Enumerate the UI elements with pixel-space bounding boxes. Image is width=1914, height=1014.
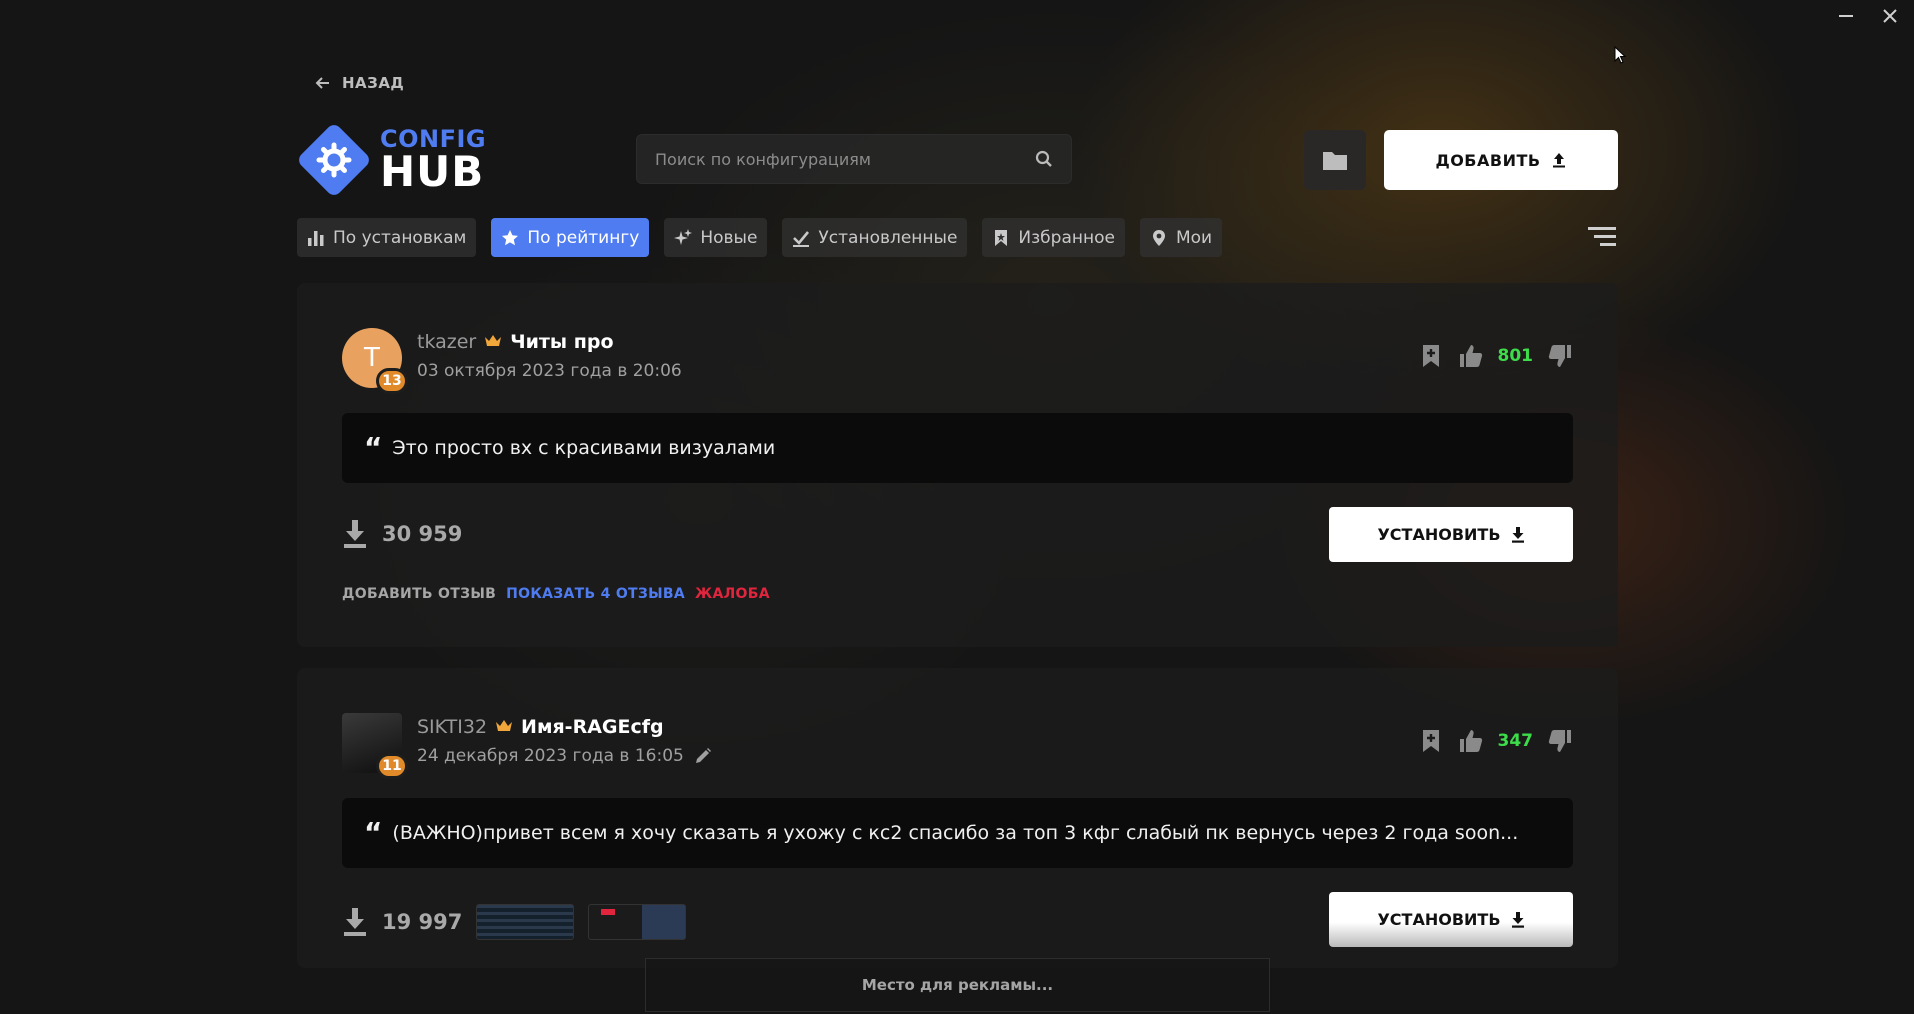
avatar-letter: T	[364, 343, 380, 373]
quote-icon: “	[364, 816, 383, 849]
download-icon	[344, 520, 366, 548]
gear-icon	[316, 142, 352, 178]
add-config-button[interactable]: ДОБАВИТЬ	[1384, 130, 1618, 190]
author-line: SIKTI32 Имя-RAGEcfg	[417, 716, 664, 738]
post-date: 03 октября 2023 года в 20:06	[417, 361, 682, 381]
thumbs-up-icon[interactable]	[1458, 343, 1484, 369]
complaint-link[interactable]: ЖАЛОБА	[695, 586, 770, 602]
config-card: 11 SIKTI32 Имя-RAGEcfg 24 декабря 2023 г…	[297, 668, 1618, 968]
tab-label: По рейтингу	[527, 227, 640, 248]
config-title: Читы про	[510, 331, 614, 353]
back-button[interactable]: НАЗАД	[314, 74, 404, 92]
tab-mine[interactable]: Мои	[1139, 218, 1223, 257]
download-count: 19 997	[342, 904, 687, 940]
description-text: (ВАЖНО)привет всем я хочу сказать я ухож…	[392, 822, 1519, 844]
thumbs-down-icon[interactable]	[1547, 728, 1573, 754]
rating-actions: 347	[1418, 728, 1574, 754]
tab-label: По установкам	[333, 227, 467, 248]
location-pin-icon	[1152, 229, 1165, 246]
tab-label: Установленные	[818, 227, 958, 248]
level-badge: 13	[376, 368, 408, 394]
bookmark-add-icon[interactable]	[1418, 728, 1444, 754]
download-icon	[344, 908, 366, 936]
crown-icon	[495, 716, 513, 738]
sparkle-icon	[674, 228, 693, 245]
avatar[interactable]: 11	[342, 713, 408, 779]
post-date: 24 декабря 2023 года в 16:05	[417, 746, 712, 766]
download-icon	[1511, 526, 1524, 543]
tab-label: Новые	[700, 227, 758, 248]
rating-score: 801	[1497, 346, 1534, 366]
mouse-cursor-icon	[1614, 46, 1626, 64]
bookmark-icon	[995, 229, 1008, 246]
rating-score: 347	[1497, 731, 1534, 751]
star-icon	[502, 229, 519, 245]
config-description: “ (ВАЖНО)привет всем я хочу сказать я ух…	[342, 798, 1573, 868]
install-button[interactable]: УСТАНОВИТЬ	[1329, 507, 1573, 562]
config-title: Имя-RAGEcfg	[521, 716, 664, 738]
app-logo: CONFIG HUB	[295, 121, 486, 199]
sort-menu-icon[interactable]	[1588, 226, 1616, 248]
tab-by-rating[interactable]: По рейтингу	[491, 218, 650, 257]
add-label: ДОБАВИТЬ	[1435, 150, 1541, 170]
rating-actions: 801	[1418, 343, 1574, 369]
search-icon[interactable]	[1035, 150, 1053, 168]
bookmark-add-icon[interactable]	[1418, 343, 1444, 369]
crown-icon	[484, 331, 502, 353]
tab-installed[interactable]: Установленные	[782, 218, 968, 257]
filter-tabs: По установкам По рейтингу Новые Установл…	[297, 218, 1223, 257]
quote-icon: “	[364, 431, 383, 464]
screenshot-thumbnail[interactable]	[588, 904, 687, 940]
review-links: ДОБАВИТЬ ОТЗЫВ ПОКАЗАТЬ 4 ОТЗЫВА ЖАЛОБА	[342, 586, 770, 602]
tab-label: Мои	[1175, 227, 1213, 248]
tab-new[interactable]: Новые	[664, 218, 768, 257]
minimize-button[interactable]	[1832, 4, 1860, 28]
arrow-left-icon	[315, 77, 329, 89]
bar-chart-icon	[308, 230, 324, 246]
tab-label: Избранное	[1018, 227, 1115, 248]
config-description: “ Это просто вх с красивами визуалами	[342, 413, 1573, 483]
description-text: Это просто вх с красивами визуалами	[392, 437, 776, 459]
logo-mark	[295, 121, 373, 199]
tab-favorites[interactable]: Избранное	[982, 218, 1125, 257]
show-reviews-link[interactable]: ПОКАЗАТЬ 4 ОТЗЫВА	[506, 586, 685, 602]
pencil-icon	[695, 748, 711, 763]
upload-icon	[1552, 153, 1565, 168]
level-badge: 11	[376, 753, 408, 779]
thumbs-up-icon[interactable]	[1458, 728, 1484, 754]
ad-banner[interactable]: Место для рекламы...	[645, 958, 1270, 1012]
search-box[interactable]	[636, 134, 1072, 184]
add-review-link[interactable]: ДОБАВИТЬ ОТЗЫВ	[342, 586, 496, 602]
check-icon	[793, 230, 810, 247]
username[interactable]: tkazer	[417, 331, 476, 353]
author-line: tkazer Читы про	[417, 331, 614, 353]
folder-button[interactable]	[1304, 130, 1366, 190]
thumbs-down-icon[interactable]	[1547, 343, 1573, 369]
screenshot-thumbnail[interactable]	[476, 904, 575, 940]
install-label: УСТАНОВИТЬ	[1377, 910, 1501, 929]
install-label: УСТАНОВИТЬ	[1377, 525, 1501, 544]
folder-icon	[1323, 152, 1347, 170]
date-text: 24 декабря 2023 года в 16:05	[417, 746, 684, 766]
config-card: T 13 tkazer Читы про 03 октября 2023 год…	[297, 283, 1618, 647]
download-count-value: 30 959	[382, 522, 463, 546]
close-icon	[1883, 9, 1897, 23]
logo-text-hub: HUB	[380, 147, 485, 196]
install-button[interactable]: УСТАНОВИТЬ	[1329, 892, 1573, 947]
download-icon	[1511, 911, 1524, 928]
tab-by-installs[interactable]: По установкам	[297, 218, 477, 257]
back-label: НАЗАД	[342, 74, 405, 92]
close-button[interactable]	[1876, 4, 1904, 28]
search-input[interactable]	[655, 149, 1035, 169]
username[interactable]: SIKTI32	[417, 716, 487, 738]
avatar[interactable]: T 13	[342, 328, 408, 394]
download-count-value: 19 997	[382, 910, 463, 934]
download-count: 30 959	[342, 519, 462, 549]
date-text: 03 октября 2023 года в 20:06	[417, 361, 682, 381]
